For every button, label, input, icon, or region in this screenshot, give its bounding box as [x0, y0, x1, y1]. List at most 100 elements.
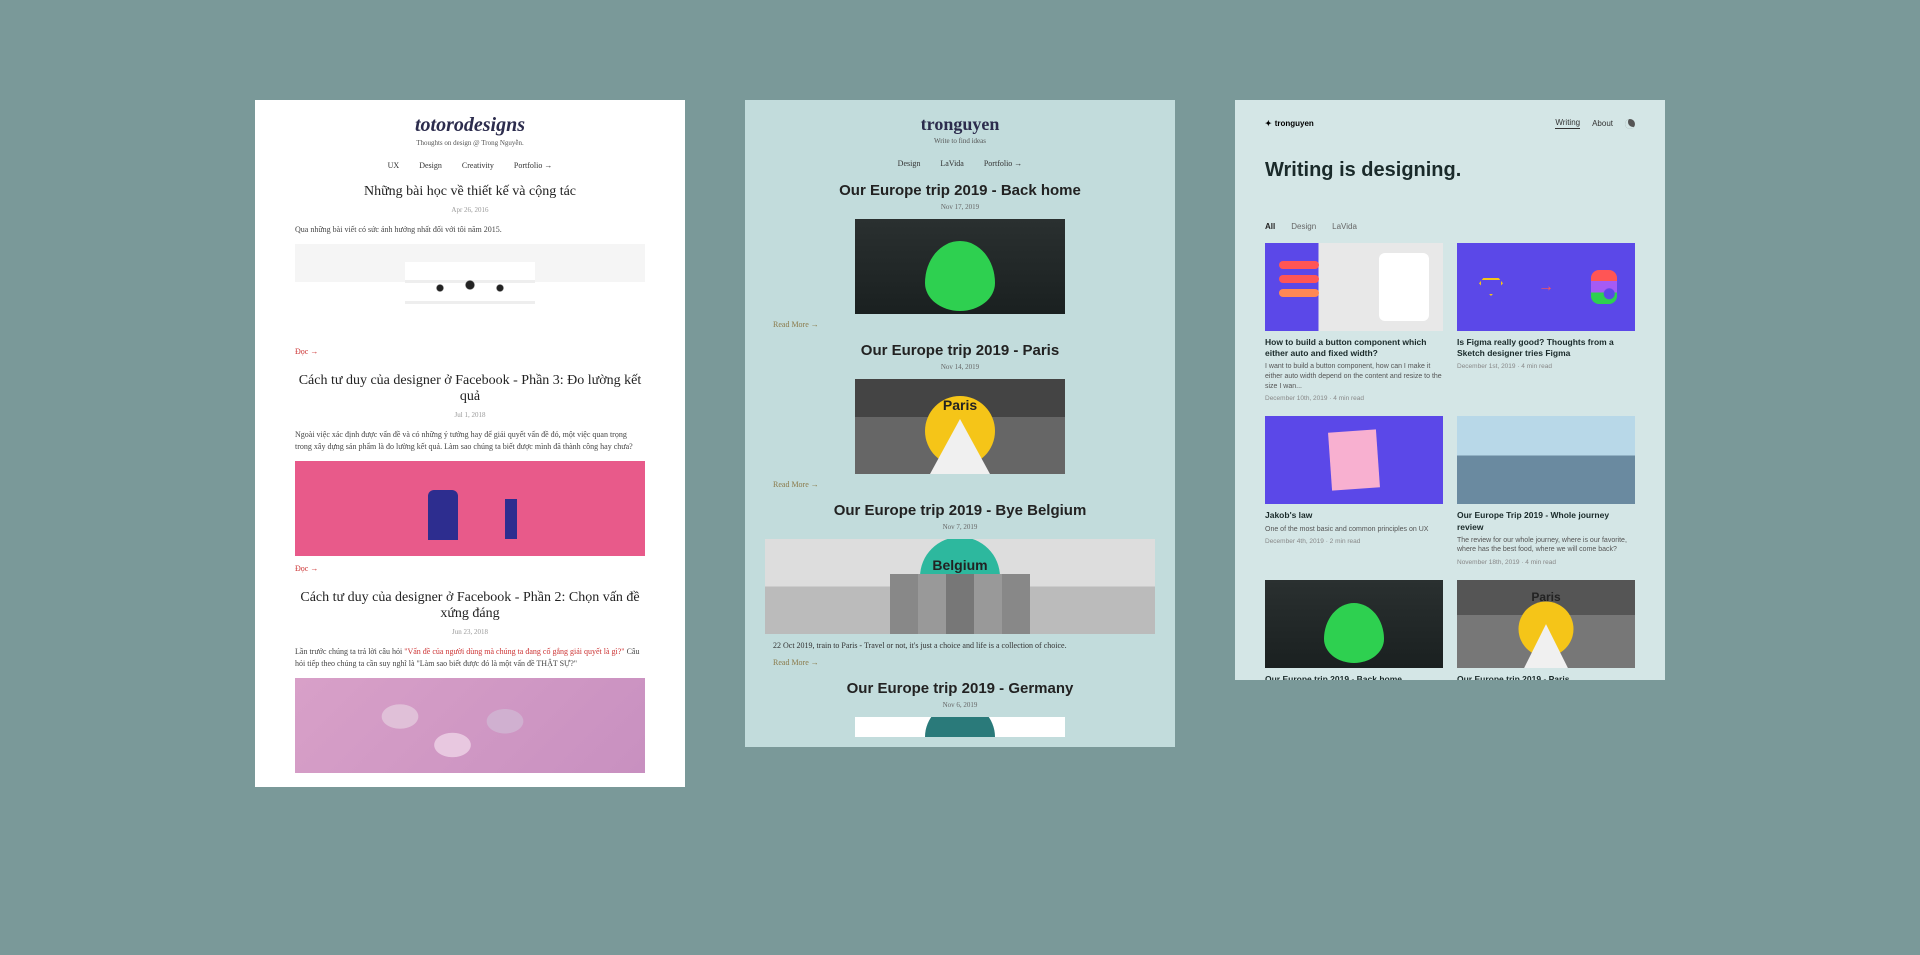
image-label: Paris: [943, 397, 977, 413]
read-link[interactable]: Read More →: [765, 480, 819, 489]
nav-design[interactable]: Design: [898, 159, 921, 168]
post-image: Belgium: [765, 539, 1155, 634]
post: Our Europe trip 2019 - Back home Nov 17,…: [745, 182, 1175, 342]
card-title: Our Europe trip 2019 - Back home: [1265, 674, 1443, 680]
blog-variant-2: tronguyen Write to find ideas Design LaV…: [745, 100, 1175, 747]
card-title: Is Figma really good? Thoughts from a Sk…: [1457, 337, 1635, 359]
header: totorodesigns Thoughts on design @ Trong…: [255, 100, 685, 153]
arrow-icon: →: [1538, 278, 1554, 296]
post-image: [295, 461, 645, 556]
main-nav: Design LaVida Portfolio →: [745, 151, 1175, 182]
card-excerpt: One of the most basic and common princip…: [1265, 525, 1443, 535]
post: Cách tư duy của designer ở Facebook - Ph…: [255, 373, 685, 590]
post-card[interactable]: Paris Our Europe trip 2019 - Paris There…: [1457, 580, 1635, 680]
post-title[interactable]: Our Europe trip 2019 - Germany: [765, 680, 1155, 697]
nav-about[interactable]: About: [1592, 119, 1613, 128]
read-link[interactable]: Đọc →: [295, 564, 318, 573]
logo-icon: ✦: [1265, 119, 1272, 128]
header: ✦ tronguyen Writing About: [1265, 118, 1635, 129]
post-card[interactable]: Our Europe Trip 2019 - Whole journey rev…: [1457, 416, 1635, 566]
post-title[interactable]: Những bài học về thiết kế và cộng tác: [295, 184, 645, 200]
card-meta: November 18th, 2019 · 4 min read: [1457, 559, 1635, 566]
post-card[interactable]: How to build a button component which ei…: [1265, 243, 1443, 402]
card-title: Our Europe Trip 2019 - Whole journey rev…: [1457, 510, 1635, 532]
dark-mode-icon[interactable]: [1625, 119, 1635, 129]
card-image: →: [1457, 243, 1635, 331]
post-card[interactable]: Jakob's law One of the most basic and co…: [1265, 416, 1443, 566]
site-tagline: Thoughts on design @ Trong Nguyễn.: [275, 139, 665, 147]
post-excerpt: Ngoài việc xác định được vấn đề và có nh…: [295, 429, 645, 453]
logo-text: tronguyen: [1275, 119, 1314, 128]
post-image: Paris: [855, 379, 1065, 474]
read-link[interactable]: Read More →: [765, 658, 819, 667]
post-image: [295, 244, 645, 339]
post-date: Jun 23, 2018: [295, 628, 645, 636]
read-link[interactable]: Đọc →: [295, 347, 318, 356]
blog-variant-1: totorodesigns Thoughts on design @ Trong…: [255, 100, 685, 787]
post-title[interactable]: Cách tư duy của designer ở Facebook - Ph…: [295, 590, 645, 622]
hero-title: Writing is designing.: [1265, 159, 1635, 182]
nav-portfolio[interactable]: Portfolio →: [514, 161, 552, 170]
card-meta: December 10th, 2019 · 4 min read: [1265, 395, 1443, 402]
post-excerpt: Lần trước chúng ta trả lời câu hỏi "Vấn …: [295, 646, 645, 670]
post-date: Nov 6, 2019: [765, 701, 1155, 709]
image-label: Paris: [1531, 590, 1560, 604]
image-label: Belgium: [932, 557, 987, 573]
card-meta: December 1st, 2019 · 4 min read: [1457, 363, 1635, 370]
card-title: Jakob's law: [1265, 510, 1443, 521]
excerpt-highlight: "Vấn đề của người dùng mà chúng ta đang …: [404, 647, 624, 656]
nav-portfolio[interactable]: Portfolio →: [984, 159, 1022, 168]
post-date: Nov 17, 2019: [765, 203, 1155, 211]
post-title[interactable]: Our Europe trip 2019 - Bye Belgium: [765, 502, 1155, 519]
card-excerpt: I want to build a button component, how …: [1265, 362, 1443, 391]
post-title[interactable]: Cách tư duy của designer ở Facebook - Ph…: [295, 373, 645, 405]
post: Our Europe trip 2019 - Bye Belgium Nov 7…: [745, 502, 1175, 680]
card-title: Our Europe trip 2019 - Paris: [1457, 674, 1635, 680]
card-image: [1457, 416, 1635, 504]
site-tagline: Write to find ideas: [765, 137, 1155, 145]
filter-tabs: All Design LaVida: [1265, 222, 1635, 231]
site-logo[interactable]: tronguyen: [765, 114, 1155, 135]
card-title: How to build a button component which ei…: [1265, 337, 1443, 359]
nav-design[interactable]: Design: [419, 161, 442, 170]
nav-ux[interactable]: UX: [388, 161, 400, 170]
post-card[interactable]: → Is Figma really good? Thoughts from a …: [1457, 243, 1635, 402]
post-image: [855, 717, 1065, 737]
post-title[interactable]: Our Europe trip 2019 - Paris: [765, 342, 1155, 359]
post-image: [295, 678, 645, 773]
tab-design[interactable]: Design: [1291, 222, 1316, 231]
main-nav: UX Design Creativity Portfolio →: [255, 153, 685, 184]
tab-lavida[interactable]: LaVida: [1332, 222, 1357, 231]
card-excerpt: The review for our whole journey, where …: [1457, 536, 1635, 556]
site-logo[interactable]: ✦ tronguyen: [1265, 119, 1314, 128]
nav-creativity[interactable]: Creativity: [462, 161, 494, 170]
main-nav: Writing About: [1555, 118, 1635, 129]
post-date: Nov 14, 2019: [765, 363, 1155, 371]
read-link[interactable]: Read More →: [765, 320, 819, 329]
excerpt-pre: Lần trước chúng ta trả lời câu hỏi: [295, 647, 404, 656]
post: Our Europe trip 2019 - Germany Nov 6, 20…: [745, 680, 1175, 747]
card-image: [1265, 416, 1443, 504]
post-grid: How to build a button component which ei…: [1265, 243, 1635, 680]
post-date: Jul 1, 2018: [295, 411, 645, 419]
nav-writing[interactable]: Writing: [1555, 118, 1580, 129]
card-image: Paris: [1457, 580, 1635, 668]
post-date: Apr 26, 2016: [295, 206, 645, 214]
header: tronguyen Write to find ideas: [745, 100, 1175, 151]
nav-lavida[interactable]: LaVida: [940, 159, 964, 168]
card-image: [1265, 580, 1443, 668]
post-title[interactable]: Our Europe trip 2019 - Back home: [765, 182, 1155, 199]
card-meta: December 4th, 2019 · 2 min read: [1265, 538, 1443, 545]
card-image: [1265, 243, 1443, 331]
site-logo[interactable]: totorodesigns: [275, 114, 665, 137]
post-excerpt: Qua những bài viết có sức ảnh hưởng nhất…: [295, 224, 645, 236]
tab-all[interactable]: All: [1265, 222, 1275, 231]
post-card[interactable]: Our Europe trip 2019 - Back home We're p…: [1265, 580, 1443, 680]
post-date: Nov 7, 2019: [765, 523, 1155, 531]
blog-variant-3: ✦ tronguyen Writing About Writing is des…: [1235, 100, 1665, 680]
post-image: [855, 219, 1065, 314]
post-excerpt: 22 Oct 2019, train to Paris - Travel or …: [765, 640, 1155, 652]
post: Our Europe trip 2019 - Paris Nov 14, 201…: [745, 342, 1175, 502]
post: Những bài học về thiết kế và cộng tác Ap…: [255, 184, 685, 373]
post: Cách tư duy của designer ở Facebook - Ph…: [255, 590, 685, 787]
